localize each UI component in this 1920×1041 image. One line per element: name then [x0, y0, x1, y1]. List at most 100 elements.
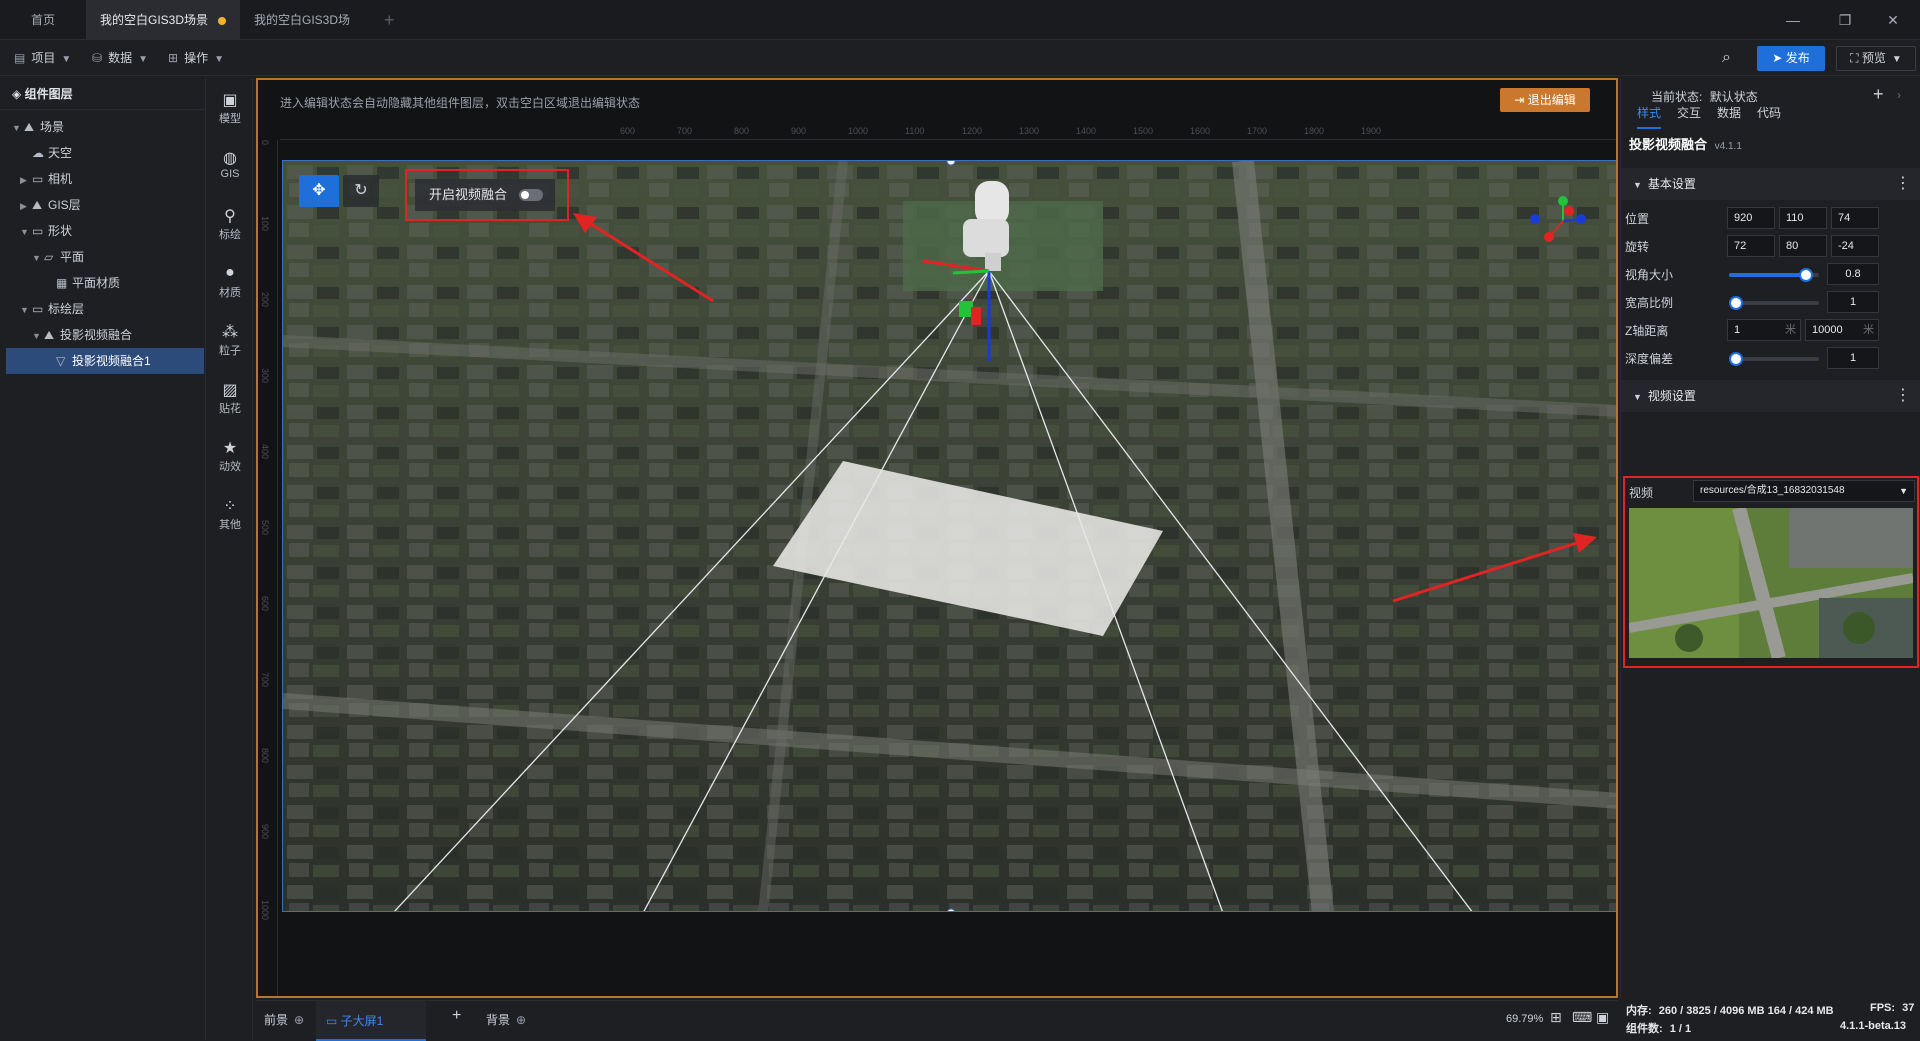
slider-knob[interactable] — [1729, 296, 1743, 310]
material-icon: ▦ — [56, 276, 68, 290]
rail-particle[interactable]: ⁂ 粒子 — [207, 322, 253, 358]
slider-knob[interactable] — [1799, 268, 1814, 282]
tree-item-plane-material[interactable]: ▦ 平面材质 — [6, 270, 204, 296]
background-label: 背景 — [486, 1013, 511, 1027]
tab-add-button[interactable]: + — [384, 0, 395, 40]
aspect-slider[interactable] — [1729, 296, 1819, 310]
caret-down-icon: ▼ — [20, 305, 29, 315]
tab-bar: 首页 我的空白GIS3D场景 我的空白GIS3D场景✕ + — ❐ ✕ — [0, 0, 1920, 68]
fusion-toggle-panel[interactable]: 开启视频融合 — [415, 179, 555, 211]
rotate-tool-button[interactable]: ↻ — [343, 175, 379, 207]
rotation-label: 旋转 — [1625, 240, 1650, 254]
fit-screen-icon[interactable]: ⊞ — [1550, 1009, 1562, 1026]
rail-model[interactable]: ▣ 模型 — [207, 90, 253, 126]
publish-button[interactable]: ➤ 发布 — [1757, 46, 1825, 71]
close-window-button[interactable]: ✕ — [1870, 0, 1916, 40]
rotation-y-input[interactable]: 80 — [1779, 235, 1827, 257]
tree-item-video-fusion-1[interactable]: ▽ 投影视频融合1 — [6, 348, 204, 374]
more-vertical-icon[interactable]: ⋮ — [1895, 380, 1911, 412]
component-name: 投影视频融合 — [1629, 137, 1708, 152]
fov-input[interactable]: 0.8 — [1827, 263, 1879, 285]
editor-canvas[interactable]: 进入编辑状态会自动隐藏其他组件图层，双击空白区域退出编辑状态 ⇥ 退出编辑 60… — [256, 78, 1618, 998]
rotation-row: 旋转 72 80 -24 — [1621, 232, 1920, 260]
rail-decal[interactable]: ▨ 贴花 — [207, 380, 253, 416]
video-fusion-icon: ⛰ — [44, 328, 55, 342]
position-z-input[interactable]: 74 — [1831, 207, 1879, 229]
ruler-tick: 800 — [260, 748, 270, 764]
resize-handle[interactable] — [946, 161, 956, 166]
video-settings-header[interactable]: ▼ 视频设置 ⋮ — [1621, 380, 1920, 412]
rail-material[interactable]: ● 材质 — [207, 264, 253, 300]
tab-style[interactable]: 样式 — [1637, 104, 1662, 129]
restore-button[interactable]: ❐ — [1822, 0, 1868, 40]
send-icon: ➤ — [1772, 51, 1786, 65]
position-y-input[interactable]: 110 — [1779, 207, 1827, 229]
background-tab[interactable]: 背景 ⊕ — [486, 1011, 526, 1028]
fusion-toggle-switch[interactable] — [519, 189, 543, 201]
fov-slider[interactable] — [1729, 268, 1819, 282]
tab-code[interactable]: 代码 — [1757, 104, 1781, 121]
tab-data[interactable]: 数据 — [1717, 104, 1741, 121]
depth-slider[interactable] — [1729, 352, 1819, 366]
caret-right-icon: ▶ — [20, 201, 27, 211]
tree-item-plane[interactable]: ▼ ▱ 平面 — [6, 244, 204, 270]
folder-icon: ▭ — [32, 224, 44, 238]
z-near-value: 1 — [1734, 324, 1741, 336]
chevron-right-icon[interactable]: › — [1897, 88, 1901, 102]
tab-active-scene[interactable]: 我的空白GIS3D场景 — [86, 0, 240, 40]
rail-effect[interactable]: ★ 动效 — [207, 438, 253, 474]
fullscreen-icon: ⛶ — [1850, 51, 1862, 65]
preview-button[interactable]: ⛶ 预览 ▼ — [1836, 46, 1916, 71]
tree-item-video-fusion[interactable]: ▼ ⛰ 投影视频融合 — [6, 322, 204, 348]
tab-scene-2[interactable]: 我的空白GIS3D场景✕ — [240, 0, 374, 68]
ruler-tick: 600 — [260, 596, 270, 612]
slider-knob[interactable] — [1729, 352, 1743, 366]
menu-data[interactable]: ⛁ 数据 ▼ — [92, 41, 148, 76]
add-circle-icon[interactable]: ⊕ — [516, 1013, 526, 1027]
tab-interaction[interactable]: 交互 — [1677, 104, 1701, 121]
video-select[interactable]: resources/合成13_16832031548 ▼ — [1693, 480, 1915, 502]
tree-item-plot-layer[interactable]: ▼ ▭ 标绘层 — [6, 296, 204, 322]
sub-screen-tab[interactable]: ▭ 子大屏1 — [316, 1001, 426, 1041]
basic-settings-header[interactable]: ▼ 基本设置 ⋮ — [1621, 168, 1920, 200]
document-icon: ▤ — [14, 51, 26, 65]
more-vertical-icon[interactable]: ⋮ — [1895, 168, 1911, 200]
tree-item-camera[interactable]: ▶ ▭ 相机 — [6, 166, 204, 192]
rotation-x-input[interactable]: 72 — [1727, 235, 1775, 257]
tree-item-shape[interactable]: ▼ ▭ 形状 — [6, 218, 204, 244]
foreground-tab[interactable]: 前景 ⊕ — [264, 1011, 304, 1028]
rotation-z-input[interactable]: -24 — [1831, 235, 1879, 257]
menu-operate[interactable]: ⊞ 操作 ▼ — [168, 41, 224, 76]
tab-home[interactable]: 首页 — [0, 0, 86, 40]
z-far-input[interactable]: 10000 米 — [1805, 319, 1879, 341]
minimize-button[interactable]: — — [1770, 0, 1816, 40]
video-settings-title: 视频设置 — [1647, 389, 1696, 403]
rail-other[interactable]: ⁘ 其他 — [207, 496, 253, 532]
add-screen-button[interactable]: + — [452, 1007, 461, 1025]
add-circle-icon[interactable]: ⊕ — [294, 1013, 304, 1027]
tree-item-scene[interactable]: ▼ ⛰ 场景 — [6, 114, 204, 140]
z-near-input[interactable]: 1米 — [1727, 319, 1801, 341]
depth-input[interactable]: 1 — [1827, 347, 1879, 369]
search-icon[interactable]: ⌕ — [1722, 49, 1740, 67]
component-count: 组件数: 1 / 1 — [1626, 1020, 1691, 1036]
ruler-tick: 600 — [620, 126, 636, 136]
ruler-tick: 0 — [260, 140, 270, 146]
aspect-input[interactable]: 1 — [1827, 291, 1879, 313]
ruler-tick: 400 — [260, 444, 270, 460]
position-row: 位置 920 110 74 — [1621, 204, 1920, 232]
tree-item-gis-layer[interactable]: ▶ ⛰ GIS层 — [6, 192, 204, 218]
ruler-tick: 700 — [677, 126, 693, 136]
move-tool-button[interactable]: ✥ — [299, 175, 339, 207]
keyboard-icon[interactable]: ⌨ — [1572, 1009, 1592, 1026]
gis-scene-viewport[interactable]: ✥ ↻ 开启视频融合 — [282, 160, 1616, 912]
model-icon: ▣ — [222, 92, 238, 109]
rail-gis[interactable]: ◍ GIS — [207, 148, 253, 180]
menu-project[interactable]: ▤ 项目 ▼ — [14, 41, 71, 76]
position-x-input[interactable]: 920 — [1727, 207, 1775, 229]
tree-item-sky[interactable]: ☁ 天空 — [6, 140, 204, 166]
console-icon[interactable]: ▣ — [1596, 1009, 1609, 1026]
exit-edit-button[interactable]: ⇥ 退出编辑 — [1500, 88, 1590, 112]
rail-plot[interactable]: ⚲ 标绘 — [207, 206, 253, 242]
unit-label: 米 — [1863, 324, 1874, 336]
